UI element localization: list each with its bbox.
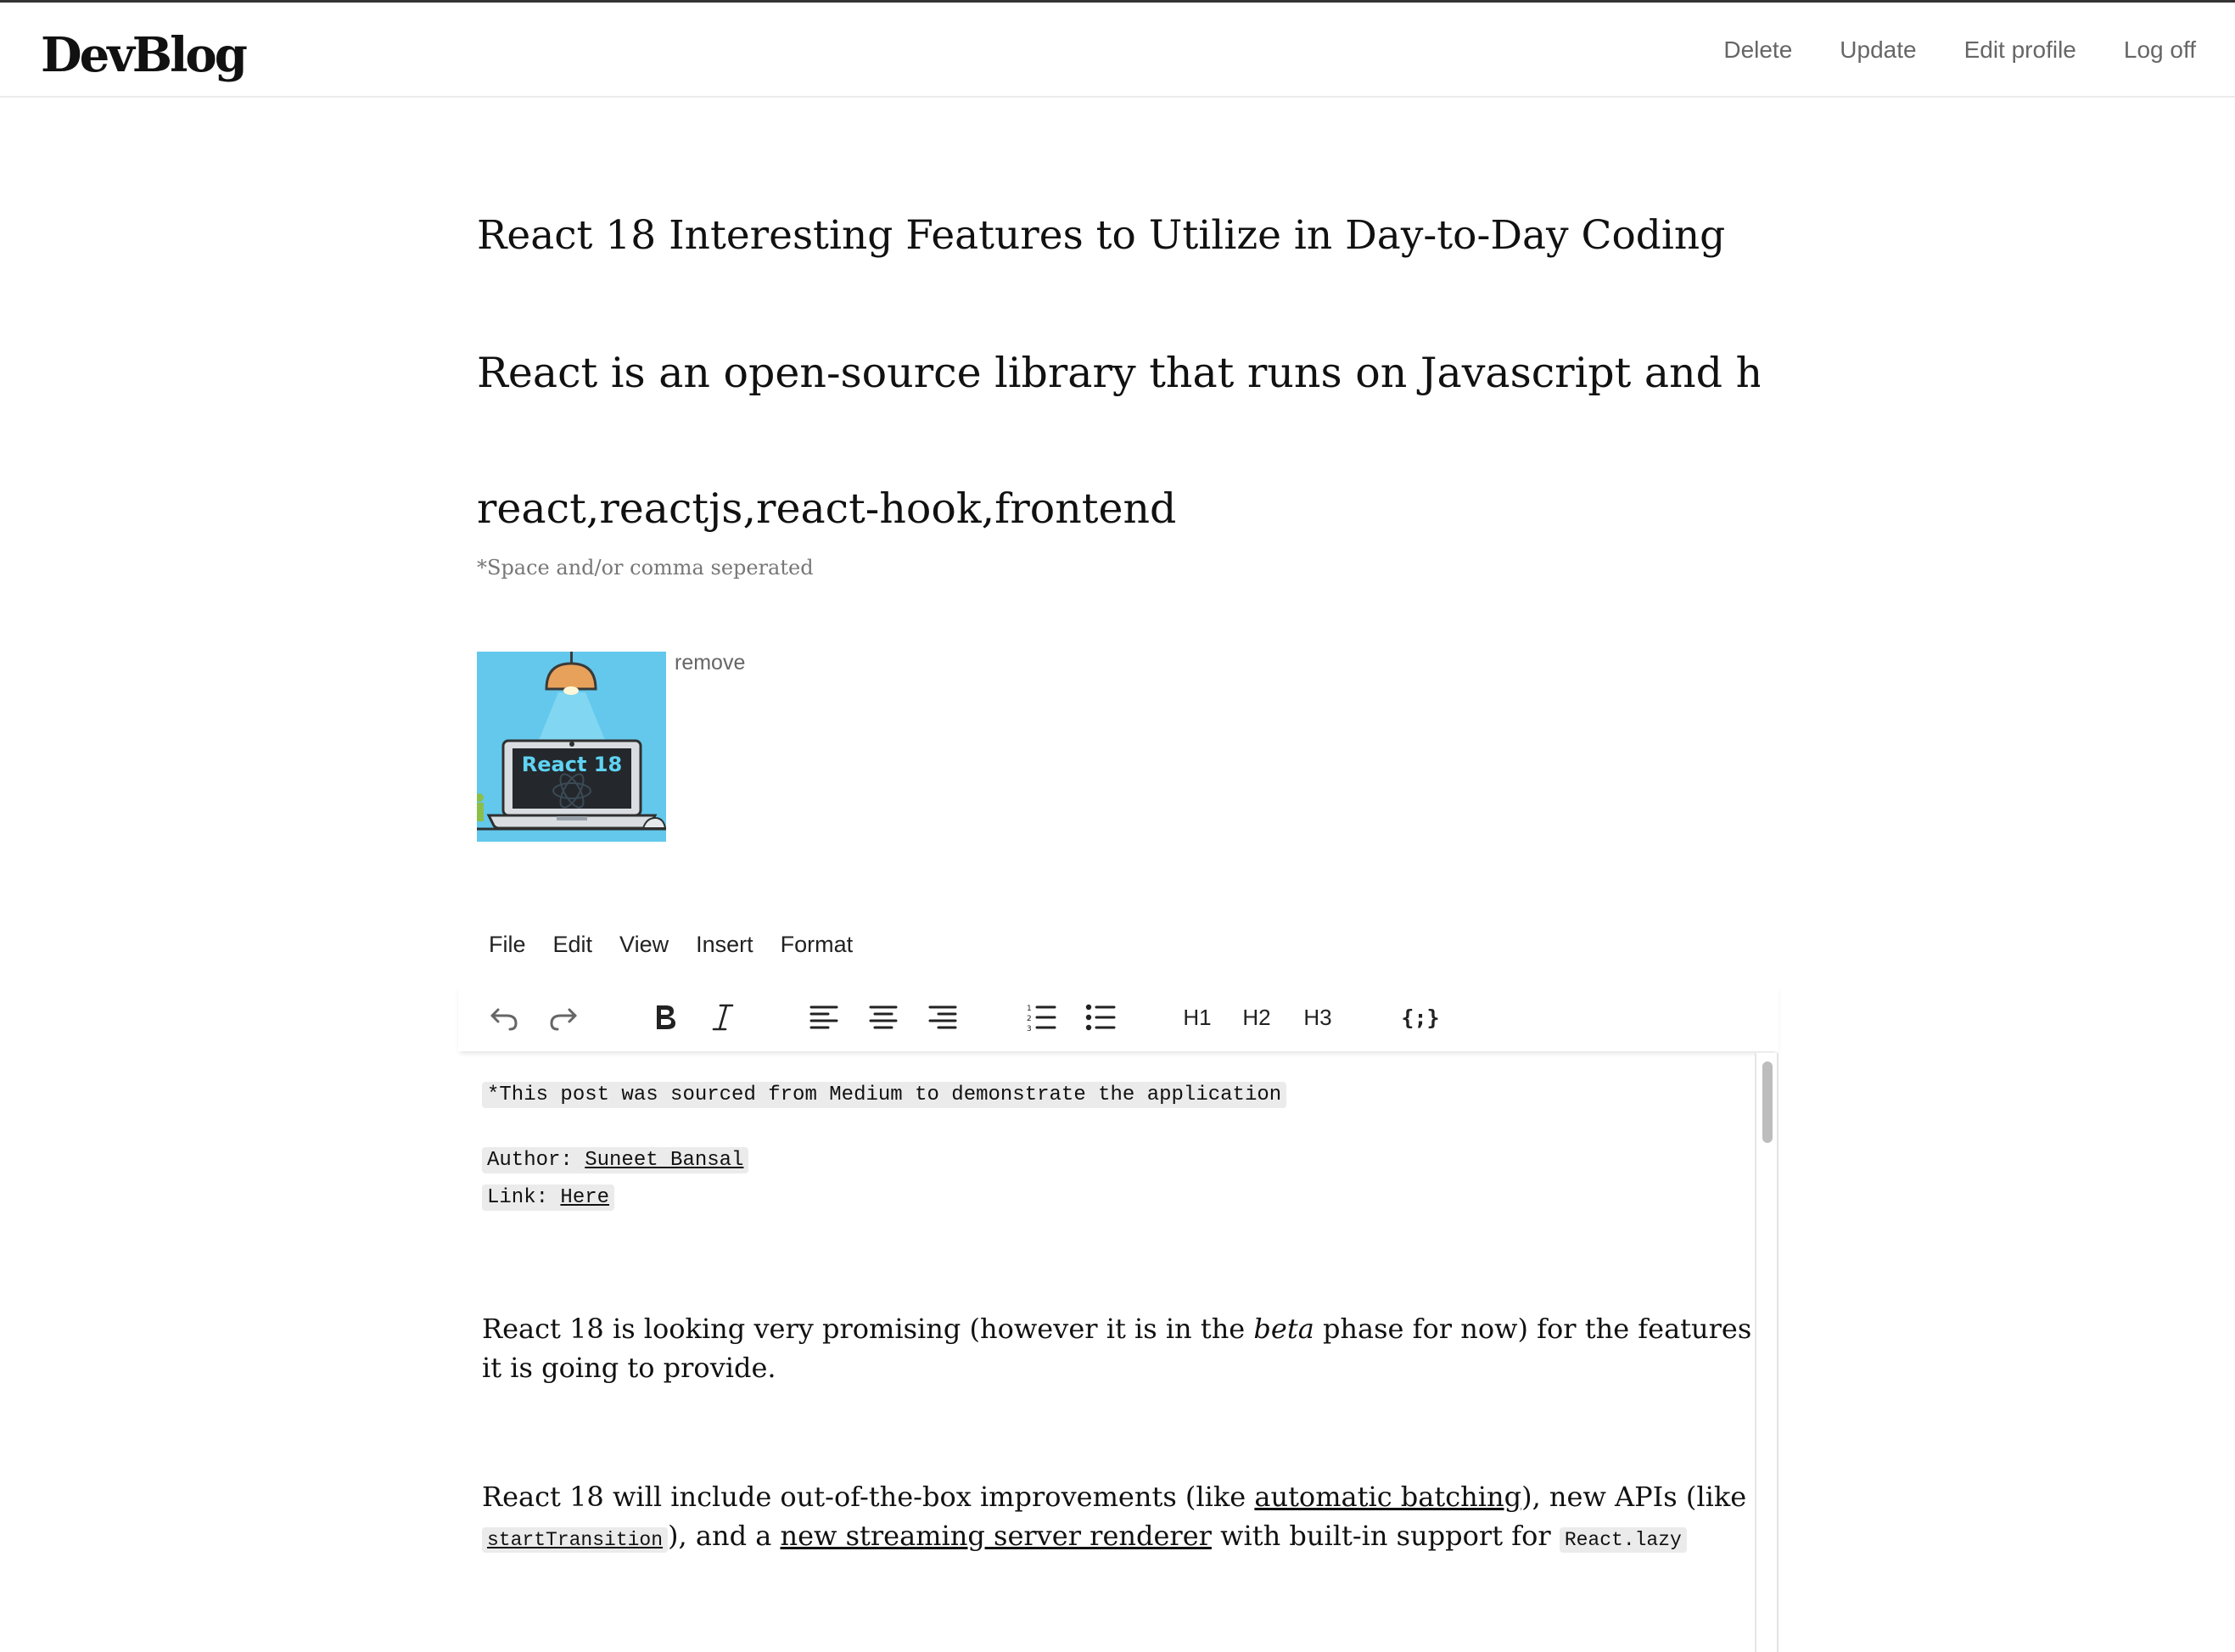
- heading-2-button[interactable]: H2: [1240, 994, 1274, 1041]
- delete-link[interactable]: Delete: [1723, 33, 1792, 67]
- tags-hint: *Space and/or comma seperated: [477, 556, 814, 580]
- cover-image-thumbnail: React 18: [477, 652, 666, 842]
- automatic-batching-link[interactable]: automatic batching: [1254, 1481, 1521, 1513]
- code-block-button[interactable]: {;}: [1400, 994, 1441, 1041]
- align-left-icon: [809, 1005, 838, 1029]
- title-input[interactable]: React 18 Interesting Features to Utilize…: [477, 206, 1767, 266]
- start-transition-code[interactable]: startTransition: [482, 1527, 669, 1553]
- code-block-icon: {;}: [1401, 1005, 1440, 1030]
- svg-text:3: 3: [1027, 1025, 1032, 1032]
- author-link[interactable]: Suneet Bansal: [585, 1149, 743, 1172]
- redo-button[interactable]: [543, 994, 584, 1041]
- source-notice-text: *This post was sourced from Medium to de…: [482, 1082, 1287, 1108]
- link-label: Link:: [487, 1186, 561, 1209]
- remove-image-button[interactable]: remove: [675, 651, 745, 675]
- menu-format[interactable]: Format: [767, 926, 867, 963]
- svg-text:2: 2: [1027, 1015, 1032, 1023]
- here-link[interactable]: Here: [560, 1186, 609, 1209]
- italic-icon: [712, 1004, 734, 1031]
- editor-scrollbar[interactable]: [1755, 1053, 1777, 1652]
- top-navbar: DevBlog Delete Update Edit profile Log o…: [0, 3, 2235, 98]
- align-center-button[interactable]: [864, 994, 903, 1041]
- log-off-link[interactable]: Log off: [2124, 33, 2196, 67]
- paragraph-1: React 18 is looking very promising (howe…: [482, 1313, 1752, 1384]
- streaming-renderer-link[interactable]: new streaming server renderer: [780, 1520, 1211, 1552]
- paragraph-2: React 18 will include out-of-the-box imp…: [482, 1481, 1747, 1553]
- bold-button[interactable]: [647, 994, 684, 1041]
- undo-icon: [490, 1008, 518, 1031]
- bullet-list-button[interactable]: [1081, 994, 1120, 1041]
- align-left-button[interactable]: [804, 994, 843, 1041]
- menu-insert[interactable]: Insert: [682, 926, 767, 963]
- react18-laptop-illustration: React 18: [477, 652, 666, 842]
- bold-icon: [657, 1005, 675, 1029]
- heading-1-button[interactable]: H1: [1180, 994, 1214, 1041]
- editor-menubar: File Edit View Insert Format: [477, 926, 866, 963]
- beta-emphasis: beta: [1253, 1313, 1314, 1345]
- description-input[interactable]: React is an open-source library that run…: [477, 342, 1760, 405]
- editor-scrollbar-thumb[interactable]: [1762, 1061, 1773, 1143]
- italic-button[interactable]: [704, 994, 742, 1041]
- site-logo[interactable]: DevBlog: [41, 21, 248, 89]
- menu-edit[interactable]: Edit: [540, 926, 607, 963]
- editor-toolbar: 1 2 3 H1 H2 H3 {;}: [458, 985, 1778, 1051]
- author-label: Author:: [487, 1149, 585, 1172]
- numbered-list-button[interactable]: 1 2 3: [1022, 994, 1061, 1041]
- source-notice: *This post was sourced from Medium to de…: [482, 1082, 1287, 1108]
- align-right-button[interactable]: [923, 994, 962, 1041]
- menu-view[interactable]: View: [606, 926, 682, 963]
- react-lazy-code: React.lazy: [1559, 1527, 1687, 1553]
- link-line: Link: Here: [482, 1184, 615, 1211]
- rich-text-editor[interactable]: *This post was sourced from Medium to de…: [458, 1053, 1778, 1652]
- undo-button[interactable]: [484, 994, 524, 1041]
- svg-text:1: 1: [1027, 1005, 1032, 1013]
- redo-icon: [550, 1008, 577, 1031]
- menu-file[interactable]: File: [477, 926, 540, 963]
- laptop-screen-text: React 18: [522, 753, 622, 776]
- author-line: Author: Suneet Bansal: [482, 1147, 749, 1173]
- tags-input[interactable]: react,reactjs,react-hook,frontend: [477, 478, 1758, 540]
- align-center-icon: [869, 1005, 898, 1029]
- edit-profile-link[interactable]: Edit profile: [1964, 33, 2076, 67]
- bullet-list-icon: [1085, 1004, 1116, 1031]
- header-nav: Delete Update Edit profile Log off: [1723, 33, 2196, 67]
- heading-3-button[interactable]: H3: [1301, 994, 1335, 1041]
- align-right-icon: [928, 1005, 957, 1029]
- update-link[interactable]: Update: [1840, 33, 1916, 67]
- numbered-list-icon: 1 2 3: [1027, 1005, 1056, 1032]
